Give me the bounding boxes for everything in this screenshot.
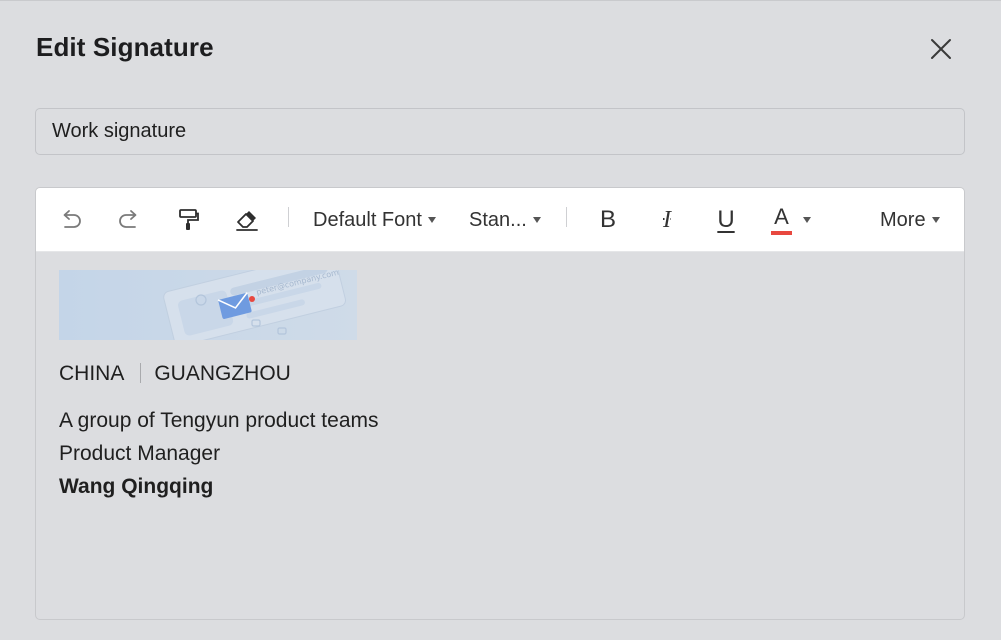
city-text: GUANGZHOU <box>154 362 291 385</box>
country-text: CHINA <box>59 362 125 385</box>
font-family-label: Default Font <box>313 208 422 231</box>
caret-down-icon <box>931 217 940 223</box>
signature-editor: Default Font Stan... B I U A More peter@… <box>35 187 965 620</box>
toolbar-separator <box>566 207 567 227</box>
font-size-dropdown[interactable]: Stan... <box>469 188 541 252</box>
caret-down-icon <box>427 217 436 223</box>
email-illustration: peter@company.com <box>59 251 357 347</box>
location-line: CHINA GUANGZHOU <box>59 362 291 386</box>
position-text: Product Manager <box>59 442 221 465</box>
redo-button[interactable] <box>114 188 144 252</box>
signature-name-input[interactable] <box>35 108 965 155</box>
company-text: A group of Tengyun product teams <box>59 409 379 432</box>
caret-down-icon <box>532 217 541 223</box>
bold-icon: B <box>599 206 616 233</box>
person-name-text: Wang Qingqing <box>59 475 214 498</box>
format-painter-button[interactable] <box>173 188 203 252</box>
font-family-dropdown[interactable]: Default Font <box>313 188 436 252</box>
undo-icon <box>63 210 81 228</box>
toolbar-separator <box>288 207 289 227</box>
text-color-swatch <box>771 230 792 235</box>
editor-toolbar: Default Font Stan... B I U A More <box>36 188 964 252</box>
caret-down-icon <box>803 217 811 223</box>
underline-icon: U <box>717 206 735 233</box>
edit-signature-dialog: Edit Signature Work signature Default Fo… <box>0 0 1001 640</box>
close-button[interactable] <box>926 34 956 64</box>
text-color-letter: A <box>774 203 789 229</box>
font-size-label: Stan... <box>469 208 527 231</box>
location-separator <box>140 363 142 383</box>
undo-button[interactable] <box>56 188 86 252</box>
dialog-title: Edit Signature <box>36 32 214 62</box>
more-dropdown[interactable]: More <box>880 188 940 252</box>
text-color-icon: A <box>771 203 792 235</box>
close-icon <box>931 39 951 59</box>
redo-icon <box>119 210 137 228</box>
eraser-icon <box>236 211 258 231</box>
format-painter-icon <box>179 209 199 230</box>
text-color-button[interactable]: A <box>771 188 821 252</box>
italic-icon: I <box>663 206 671 233</box>
bold-button[interactable]: B <box>593 188 623 252</box>
underline-button[interactable]: U <box>711 188 741 252</box>
italic-button[interactable]: I <box>652 188 682 252</box>
clear-format-button[interactable] <box>232 188 262 252</box>
more-label: More <box>880 208 926 231</box>
signature-banner-image: peter@company.com <box>59 251 357 347</box>
